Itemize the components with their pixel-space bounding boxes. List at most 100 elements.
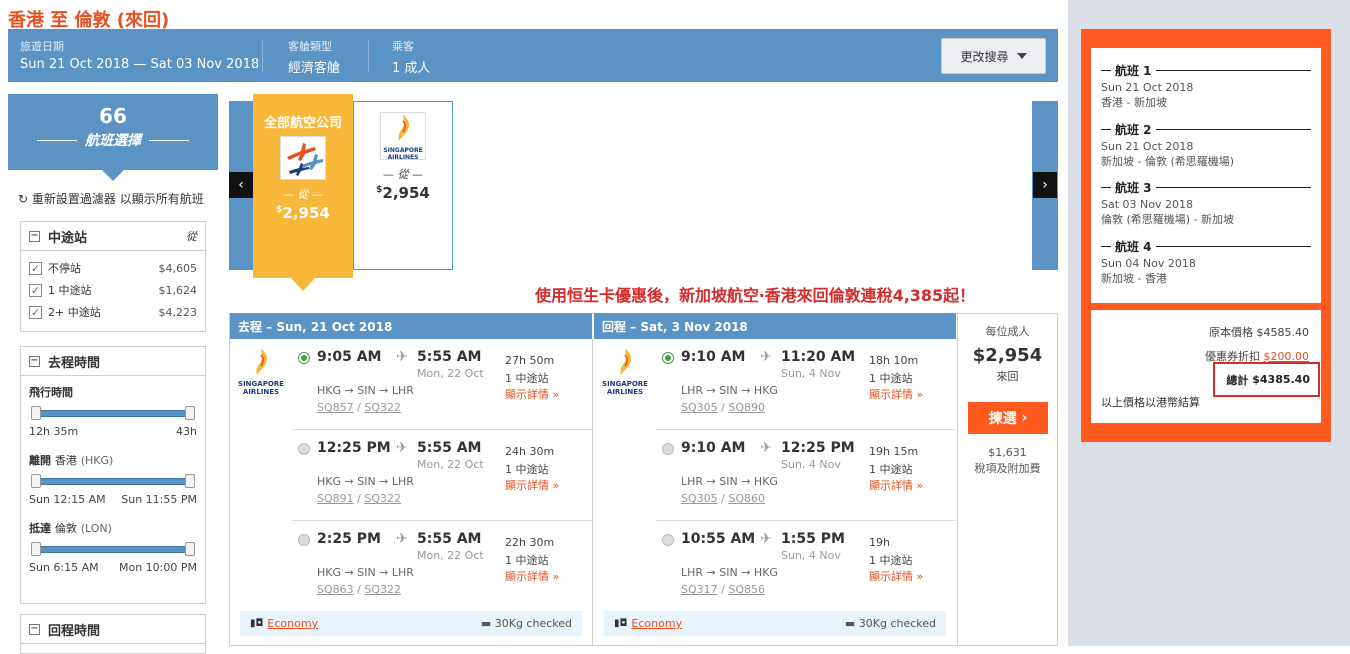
- departure-time: 2:25 PM: [317, 531, 381, 547]
- arrival-date: Mon, 22 Oct: [417, 458, 484, 471]
- collapse-icon[interactable]: −: [29, 355, 40, 367]
- collapse-icon[interactable]: −: [29, 623, 40, 635]
- duration: 22h 30m: [505, 536, 555, 549]
- all-airlines-card[interactable]: 全部航空公司 — 從 — $2,954: [253, 94, 353, 278]
- show-details-link[interactable]: 顯示詳情 »: [869, 477, 923, 493]
- divider: [292, 520, 592, 521]
- checkbox-checked-icon[interactable]: ✓: [29, 283, 42, 297]
- slider-handle[interactable]: [31, 542, 41, 556]
- leg-route: 香港 - 新加坡: [1101, 96, 1167, 109]
- singapore-airlines-logo: SINGAPORE AIRLINES: [238, 348, 284, 396]
- show-details-link[interactable]: 顯示詳情 »: [869, 568, 923, 584]
- arrival-date: Sun, 4 Nov: [781, 458, 841, 471]
- collapse-icon[interactable]: −: [29, 230, 40, 242]
- duration-label: 飛行時間: [29, 386, 73, 399]
- leg-route: 新加坡 - 香港: [1101, 272, 1167, 285]
- plane-icon: ✈: [396, 440, 408, 456]
- flight-codes: SQ863 / SQ322: [317, 583, 401, 596]
- leg-date: Sat 03 Nov 2018: [1101, 198, 1193, 211]
- slider-handle[interactable]: [31, 474, 41, 488]
- plane-icon: ✈: [760, 349, 772, 365]
- flight-codes: SQ891 / SQ322: [317, 492, 401, 505]
- departure-time: 9:10 AM: [681, 440, 746, 456]
- economy-link[interactable]: Economy: [631, 617, 682, 630]
- checkbox-checked-icon[interactable]: ✓: [29, 305, 42, 319]
- outbound-header: 去程 – Sun, 21 Oct 2018: [230, 313, 592, 339]
- radio-icon[interactable]: [662, 443, 674, 455]
- leg-title: 航班 3: [1115, 181, 1152, 195]
- divider: [262, 40, 263, 72]
- departure-time: 10:55 AM: [681, 531, 756, 547]
- slider-handle[interactable]: [185, 406, 195, 420]
- carousel-prev-button[interactable]: ‹: [229, 172, 253, 198]
- arrive-slider[interactable]: [31, 542, 195, 556]
- outbound-time-header[interactable]: − 去程時間: [21, 347, 205, 376]
- radio-icon[interactable]: [662, 534, 674, 546]
- leg-title: 航班 1: [1115, 64, 1152, 78]
- change-search-button[interactable]: 更改搜尋: [941, 38, 1046, 74]
- radio-icon[interactable]: [298, 534, 310, 546]
- plane-icon: ✈: [760, 531, 772, 547]
- show-details-link[interactable]: 顯示詳情 »: [505, 477, 559, 493]
- cabin-type-label: 客艙類型: [288, 40, 332, 53]
- duration-slider[interactable]: [31, 406, 195, 420]
- depart-slider[interactable]: [31, 474, 195, 488]
- show-details-link[interactable]: 顯示詳情 »: [869, 386, 923, 402]
- per-adult-label: 每位成人: [985, 325, 1030, 338]
- outbound-fare-info: ▮◘ Economy ▬ 30Kg checked: [240, 611, 582, 636]
- passengers: 乘客 1 成人: [392, 38, 430, 76]
- flight-count-label: 航班選擇: [85, 133, 141, 149]
- economy-link[interactable]: Economy: [267, 617, 318, 630]
- divider: [292, 429, 592, 430]
- slider-handle[interactable]: [185, 474, 195, 488]
- chevron-left-icon: ‹: [238, 177, 244, 193]
- outbound-flight-option[interactable]: 2:25 PM ✈ 5:55 AM Mon, 22 Oct HKG → SIN …: [292, 526, 592, 617]
- carousel-next-button[interactable]: ›: [1033, 172, 1057, 198]
- from-label: — 從 —: [283, 188, 323, 201]
- duration: 18h 10m: [869, 354, 919, 367]
- chevron-right-icon: ›: [1021, 410, 1028, 426]
- outbound-flight-option[interactable]: 12:25 PM ✈ 5:55 AM Mon, 22 Oct HKG → SIN…: [292, 435, 592, 526]
- arrival-date: Sun, 4 Nov: [781, 549, 841, 562]
- return-time-header[interactable]: − 回程時間: [21, 615, 205, 644]
- route: LHR → SIN → HKG: [681, 566, 778, 579]
- stop-option-nonstop[interactable]: ✓ 不停站 $4,605: [21, 257, 205, 279]
- radio-selected-icon[interactable]: [298, 352, 310, 364]
- divider: [592, 339, 593, 646]
- singapore-airlines-logo: SINGAPORE AIRLINES: [380, 112, 426, 161]
- original-price: 原本價格 $4585.40: [1209, 326, 1309, 339]
- duration: 19h 15m: [869, 445, 919, 458]
- radio-icon[interactable]: [298, 443, 310, 455]
- route: LHR → SIN → HKG: [681, 475, 778, 488]
- slider-handle[interactable]: [185, 542, 195, 556]
- route: HKG → SIN → LHR: [317, 475, 414, 488]
- leg-date: Sun 04 Nov 2018: [1101, 257, 1196, 270]
- select-button[interactable]: 揀選 ›: [968, 402, 1048, 434]
- refresh-icon: ↻: [18, 192, 29, 206]
- stops: 1 中途站: [869, 372, 913, 385]
- from-label: 從: [186, 230, 197, 243]
- show-details-link[interactable]: 顯示詳情 »: [505, 568, 559, 584]
- slider-handle[interactable]: [31, 406, 41, 420]
- travel-dates: 旅遊日期 Sun 21 Oct 2018 — Sat 03 Nov 2018: [20, 38, 259, 72]
- stops-filter-header[interactable]: − 中途站 從: [21, 222, 205, 251]
- stop-option-1[interactable]: ✓ 1 中途站 $1,624: [21, 279, 205, 301]
- stop-option-2plus[interactable]: ✓ 2+ 中途站 $4,223: [21, 301, 205, 323]
- checkbox-checked-icon[interactable]: ✓: [29, 261, 42, 275]
- inbound-flight-option[interactable]: 9:10 AM ✈ 12:25 PM Sun, 4 Nov LHR → SIN …: [656, 435, 956, 526]
- inbound-flight-option[interactable]: 9:10 AM ✈ 11:20 AM Sun, 4 Nov LHR → SIN …: [656, 344, 956, 435]
- show-details-link[interactable]: 顯示詳情 »: [505, 386, 559, 402]
- pointer-arrow: [102, 170, 124, 181]
- divider: [656, 429, 956, 430]
- currency-note: 以上價格以港幣結算: [1101, 396, 1200, 409]
- route: LHR → SIN → HKG: [681, 384, 778, 397]
- inbound-flight-option[interactable]: 10:55 AM ✈ 1:55 PM Sun, 4 Nov LHR → SIN …: [656, 526, 956, 617]
- singapore-airlines-card[interactable]: SINGAPORE AIRLINES — 從 — $2,954: [353, 101, 453, 270]
- leg-1: 航班 1 Sun 21 Oct 2018 香港 - 新加坡: [1101, 62, 1311, 110]
- outbound-flight-option[interactable]: 9:05 AM ✈ 5:55 AM Mon, 22 Oct HKG → SIN …: [292, 344, 592, 435]
- radio-selected-icon[interactable]: [662, 352, 674, 364]
- chevron-right-icon: ›: [1042, 177, 1048, 193]
- reset-filters-link[interactable]: ↻ 重新設置過濾器 以顯示所有航班: [18, 190, 204, 207]
- arrive-label: 抵達 倫敦 (LON): [29, 522, 112, 535]
- travel-dates-label: 旅遊日期: [20, 40, 64, 53]
